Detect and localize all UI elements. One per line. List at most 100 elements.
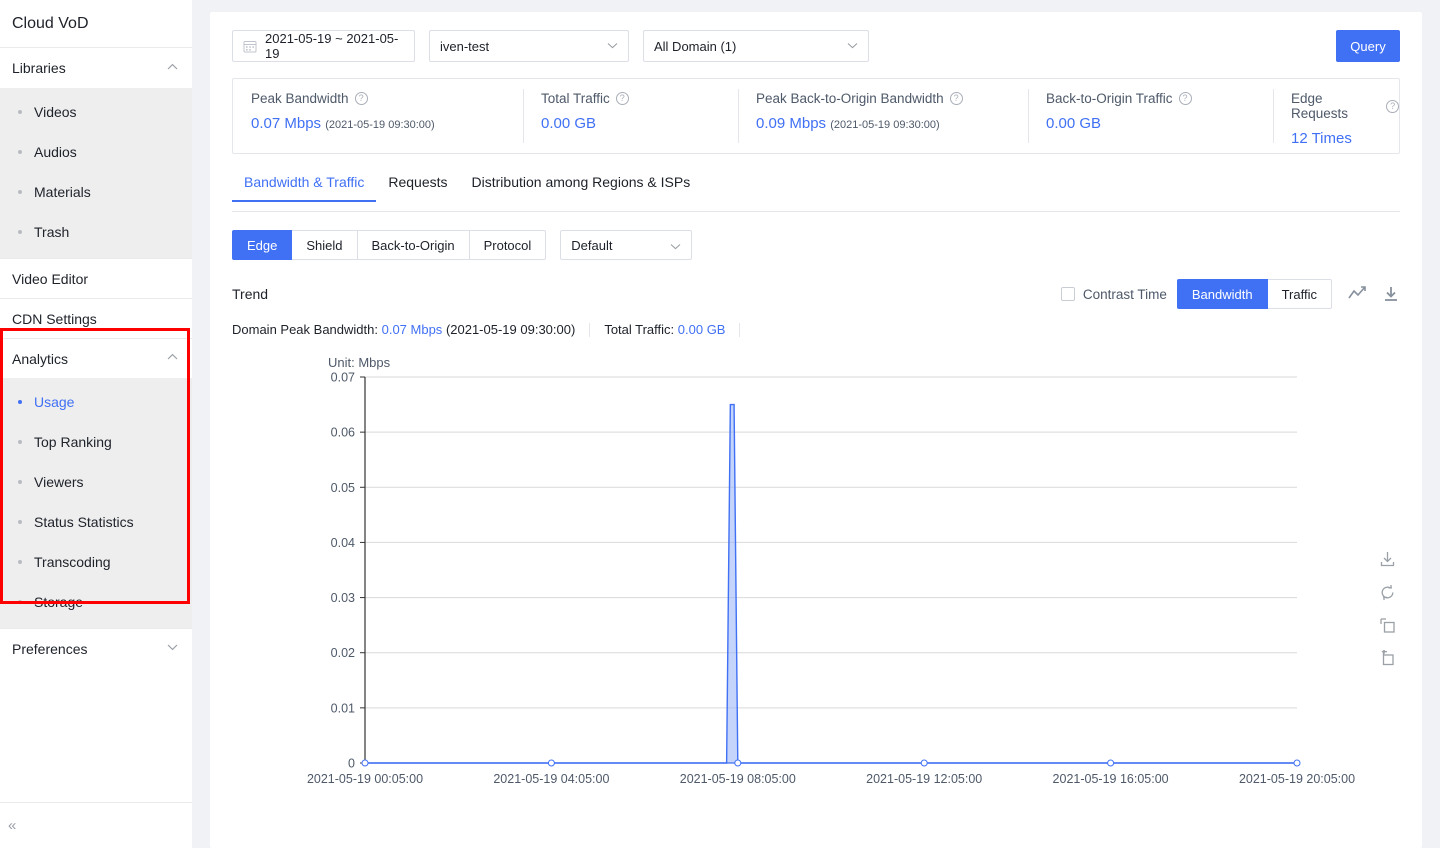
bullet-icon	[18, 110, 22, 114]
segment-edge[interactable]: Edge	[232, 230, 293, 260]
sidebar-group-libraries-label: Libraries	[12, 60, 66, 76]
download-icon[interactable]	[1382, 286, 1400, 302]
metric-peak-bto-label: Peak Back-to-Origin Bandwidth	[756, 91, 944, 106]
checkbox-box-icon	[1060, 287, 1075, 301]
bullet-icon	[18, 560, 22, 564]
metric-bto-traffic-label: Back-to-Origin Traffic	[1046, 91, 1173, 106]
metric-value-number: 12 Times	[1291, 130, 1352, 147]
contrast-time-checkbox[interactable]: Contrast Time	[1060, 287, 1167, 302]
sidebar-group-preferences[interactable]: Preferences	[0, 628, 192, 668]
bullet-icon	[18, 600, 22, 604]
chart-series-area	[365, 404, 1297, 763]
tab-distribution-regions-isps[interactable]: Distribution among Regions & ISPs	[460, 174, 703, 201]
domain-select-value: All Domain (1)	[654, 38, 737, 54]
default-select-value: Default	[571, 237, 613, 253]
sidebar-item-materials-label: Materials	[34, 184, 91, 200]
sidebar-item-usage-label: Usage	[34, 394, 75, 410]
metric-label: Total Traffic ?	[541, 91, 738, 106]
sidebar-item-status-statistics-label: Status Statistics	[34, 514, 134, 530]
sidebar-item-storage[interactable]: Storage	[0, 582, 192, 622]
collapse-left-icon[interactable]: «	[8, 817, 16, 834]
metric-total-traffic-value: 0.00 GB	[541, 115, 738, 132]
bullet-icon	[18, 190, 22, 194]
sidebar-item-status-statistics[interactable]: Status Statistics	[0, 502, 192, 542]
sidebar-sublist-analytics: Usage Top Ranking Viewers Status Statist…	[0, 378, 192, 628]
metric-value-number: 0.09 Mbps	[756, 115, 827, 132]
tab-bandwidth-traffic[interactable]: Bandwidth & Traffic	[232, 174, 377, 202]
metric-value-number: 0.00 GB	[541, 115, 597, 132]
tab-requests[interactable]: Requests	[376, 174, 459, 201]
segment-back-to-origin[interactable]: Back-to-Origin	[357, 230, 470, 260]
data-zoom-icon[interactable]	[1379, 617, 1396, 634]
data-zoom-reset-icon[interactable]	[1379, 650, 1396, 667]
filter-bar: 2021-05-19 ~ 2021-05-19 iven-test All Do…	[210, 12, 1422, 62]
app-select[interactable]: iven-test	[429, 30, 629, 62]
trend-summary: Domain Peak Bandwidth: 0.07 Mbps (2021-0…	[232, 322, 1400, 337]
domain-select[interactable]: All Domain (1)	[643, 30, 869, 62]
sidebar-item-video-editor[interactable]: Video Editor	[0, 258, 192, 298]
help-icon[interactable]: ?	[354, 92, 368, 105]
save-image-icon[interactable]	[1379, 551, 1396, 568]
help-icon[interactable]: ?	[1386, 99, 1399, 113]
line-chart-icon[interactable]	[1348, 286, 1366, 302]
divider	[739, 322, 741, 337]
metric-bto-traffic-value: 0.00 GB	[1046, 115, 1273, 132]
default-select[interactable]: Default	[560, 230, 693, 260]
sidebar-item-storage-label: Storage	[34, 594, 84, 610]
help-icon[interactable]: ?	[1178, 92, 1192, 105]
help-icon[interactable]: ?	[949, 92, 963, 105]
metric-toggle-group: Bandwidth Traffic	[1176, 279, 1332, 309]
chevron-down-icon	[607, 41, 618, 52]
chart-y-axis: 0 0.01 0.02 0.03 0.04 0.05 0.06 0.07	[331, 371, 365, 771]
sidebar-item-transcoding[interactable]: Transcoding	[0, 542, 192, 582]
bullet-icon	[18, 440, 22, 444]
chart-x-tick-marks	[361, 759, 1301, 767]
chevron-down-icon	[670, 238, 681, 253]
restore-icon[interactable]	[1379, 584, 1396, 601]
sidebar-item-audios[interactable]: Audios	[0, 132, 192, 172]
date-range-picker[interactable]: 2021-05-19 ~ 2021-05-19	[232, 30, 415, 62]
help-icon[interactable]: ?	[615, 92, 629, 105]
sidebar-item-trash[interactable]: Trash	[0, 212, 192, 252]
segment-shield[interactable]: Shield	[292, 230, 358, 260]
metrics-summary: Peak Bandwidth ? 0.07 Mbps (2021-05-19 0…	[232, 78, 1400, 154]
toggle-traffic[interactable]: Traffic	[1267, 279, 1332, 309]
sidebar-item-viewers[interactable]: Viewers	[0, 462, 192, 502]
chart-unit-label: Unit: Mbps	[328, 355, 391, 370]
sidebar-group-libraries[interactable]: Libraries	[0, 48, 192, 88]
sidebar-nav: Libraries Videos Audios Materials Trash …	[0, 48, 192, 802]
sidebar-group-analytics-label: Analytics	[12, 350, 69, 367]
echarts-toolbox	[1379, 551, 1396, 667]
bullet-icon	[18, 520, 22, 524]
chevron-down-icon	[847, 41, 858, 52]
sidebar-item-materials[interactable]: Materials	[0, 172, 192, 212]
sidebar-item-usage[interactable]: Usage	[0, 382, 192, 422]
sidebar-item-cdn-settings[interactable]: CDN Settings	[0, 298, 192, 338]
app-select-value: iven-test	[440, 38, 490, 54]
chevron-up-icon	[167, 353, 178, 364]
chart-data-point	[734, 759, 742, 767]
toggle-bandwidth[interactable]: Bandwidth	[1176, 279, 1268, 309]
trend-tools: Contrast Time Bandwidth Traffic	[1060, 279, 1400, 309]
domain-peak-bandwidth-value: 0.07 Mbps	[381, 322, 443, 337]
sidebar-item-videos[interactable]: Videos	[0, 92, 192, 132]
bullet-icon	[18, 480, 22, 484]
metric-total-traffic-label: Total Traffic	[541, 91, 610, 106]
query-button[interactable]: Query	[1336, 30, 1400, 62]
metric-back-to-origin-traffic: Back-to-Origin Traffic ? 0.00 GB	[1028, 79, 1273, 153]
sidebar-footer: «	[0, 802, 192, 848]
domain-peak-bandwidth-time: (2021-05-19 09:30:00)	[445, 322, 576, 337]
sidebar-item-transcoding-label: Transcoding	[34, 554, 111, 570]
metric-peak-bandwidth-value: 0.07 Mbps (2021-05-19 09:30:00)	[251, 115, 523, 132]
date-range-value: 2021-05-19 ~ 2021-05-19	[265, 31, 399, 61]
segment-protocol[interactable]: Protocol	[469, 230, 547, 260]
sidebar-item-top-ranking-label: Top Ranking	[34, 434, 112, 450]
segment-group: Edge Shield Back-to-Origin Protocol	[232, 230, 547, 260]
sidebar-group-analytics[interactable]: Analytics	[0, 338, 192, 378]
x-tick-label: 2021-05-19 00:05:00	[307, 772, 423, 786]
metric-peak-bandwidth: Peak Bandwidth ? 0.07 Mbps (2021-05-19 0…	[233, 79, 523, 153]
metric-value-number: 0.00 GB	[1046, 115, 1102, 132]
metric-edge-requests-label: Edge Requests	[1291, 91, 1349, 121]
sidebar-item-top-ranking[interactable]: Top Ranking	[0, 422, 192, 462]
x-tick-label: 2021-05-19 04:05:00	[493, 772, 609, 786]
